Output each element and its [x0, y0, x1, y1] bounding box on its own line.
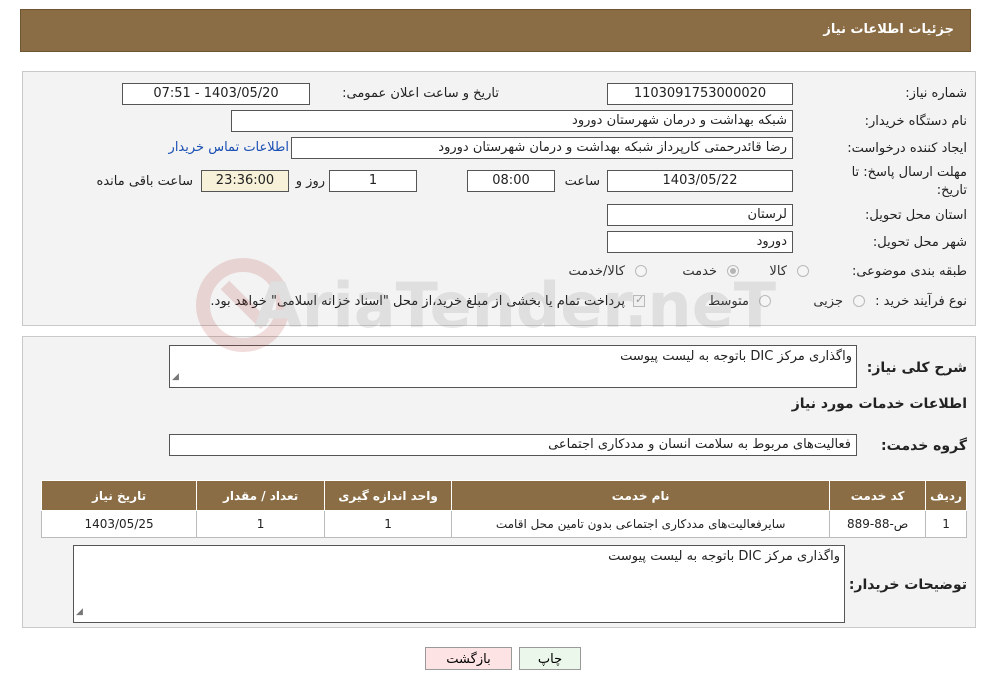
province-label: استان محل تحویل:: [865, 208, 967, 223]
treasury-payment-checkbox[interactable]: [633, 293, 645, 307]
services-table-header: ردیف کد خدمت نام خدمت واحد اندازه گیری ت…: [40, 480, 967, 511]
category-goods-label: کالا: [769, 264, 787, 279]
days-label: روز و: [295, 174, 325, 189]
cell-quantity: 1: [196, 510, 326, 538]
need-details-panel: شرح کلی نیاز: واگذاری مرکز DIC باتوجه به…: [22, 336, 976, 628]
page-title: جزئیات اطلاعات نیاز: [823, 22, 954, 37]
cell-service-code: ص-88-889: [829, 510, 927, 538]
days-remaining-field: 1: [329, 170, 417, 192]
remaining-time-field: 23:36:00: [201, 170, 289, 192]
col-unit-header: واحد اندازه گیری: [324, 480, 453, 511]
process-small-label: جزیی: [813, 294, 843, 309]
process-medium-radio[interactable]: [759, 295, 771, 307]
requester-label: ایجاد کننده درخواست:: [847, 141, 967, 156]
col-code-header: کد خدمت: [829, 480, 927, 511]
cell-unit: 1: [324, 510, 453, 538]
back-button[interactable]: بازگشت: [425, 647, 512, 670]
need-info-panel: شماره نیاز: 1103091753000020 تاریخ و ساع…: [22, 71, 976, 326]
treasury-payment-note: پرداخت تمام یا بخشی از مبلغ خرید،از محل …: [210, 294, 625, 309]
need-number-field: 1103091753000020: [607, 83, 793, 105]
deadline-date-field: 1403/05/22: [607, 170, 793, 192]
summary-text: واگذاری مرکز DIC باتوجه به لیست پیوست: [620, 349, 852, 364]
deadline-time-label: ساعت: [564, 174, 600, 189]
cell-need-date: 1403/05/25: [40, 510, 198, 538]
province-field: لرستان: [607, 204, 793, 226]
category-service-label: خدمت: [682, 264, 717, 279]
category-goods-radio[interactable]: [797, 265, 809, 277]
table-row: 1 ص-88-889 سایرفعالیت‌های مددکاری اجتماع…: [40, 510, 967, 538]
buyer-notes-textarea[interactable]: واگذاری مرکز DIC باتوجه به لیست پیوست ◢: [73, 545, 845, 623]
deadline-time-field: 08:00: [467, 170, 555, 192]
city-field: دورود: [607, 231, 793, 253]
announce-date-field: 1403/05/20 - 07:51: [122, 83, 310, 105]
resize-grip-icon[interactable]: ◢: [76, 603, 83, 621]
service-group-field: فعالیت‌های مربوط به سلامت انسان و مددکار…: [169, 434, 857, 456]
page-header: جزئیات اطلاعات نیاز: [20, 9, 971, 52]
category-goods-service-label: کالا/خدمت: [568, 264, 625, 279]
announce-date-label: تاریخ و ساعت اعلان عمومی:: [342, 86, 499, 101]
services-section-title: اطلاعات خدمات مورد نیاز: [791, 396, 967, 412]
service-group-label: گروه خدمت:: [881, 438, 967, 454]
buyer-org-field: شبکه بهداشت و درمان شهرستان دورود: [231, 110, 793, 132]
resize-grip-icon[interactable]: ◢: [172, 368, 179, 386]
need-number-label: شماره نیاز:: [905, 86, 967, 101]
col-date-header: تاریخ نیاز: [40, 480, 198, 511]
deadline-label-2: تاریخ:: [936, 183, 967, 198]
services-table: ردیف کد خدمت نام خدمت واحد اندازه گیری ت…: [40, 480, 967, 538]
buyer-org-label: نام دستگاه خریدار:: [864, 114, 967, 129]
process-type-label: نوع فرآیند خرید :: [875, 294, 967, 309]
category-service-radio[interactable]: [727, 265, 739, 277]
col-name-header: نام خدمت: [451, 480, 831, 511]
deadline-label-1: مهلت ارسال پاسخ: تا: [851, 165, 967, 180]
remaining-time-label: ساعت باقی مانده: [96, 174, 193, 189]
buyer-notes-text: واگذاری مرکز DIC باتوجه به لیست پیوست: [608, 549, 840, 564]
city-label: شهر محل تحویل:: [872, 235, 967, 250]
cell-service-name: سایرفعالیت‌های مددکاری اجتماعی بدون تامی…: [451, 510, 831, 538]
process-small-radio[interactable]: [853, 295, 865, 307]
summary-label: شرح کلی نیاز:: [866, 360, 967, 376]
summary-textarea[interactable]: واگذاری مرکز DIC باتوجه به لیست پیوست ◢: [169, 345, 857, 388]
print-button[interactable]: چاپ: [519, 647, 581, 670]
col-row-header: ردیف: [925, 480, 967, 511]
buyer-notes-label: توضیحات خریدار:: [848, 577, 967, 593]
category-goods-service-radio[interactable]: [635, 265, 647, 277]
buyer-contact-link[interactable]: اطلاعات تماس خریدار: [169, 140, 289, 155]
requester-field: رضا قائدرحمتی کارپرداز شبکه بهداشت و درم…: [291, 137, 793, 159]
cell-row-number: 1: [925, 510, 967, 538]
category-label: طبقه بندی موضوعی:: [851, 264, 967, 279]
process-medium-label: متوسط: [708, 294, 749, 309]
col-quantity-header: تعداد / مقدار: [196, 480, 326, 511]
